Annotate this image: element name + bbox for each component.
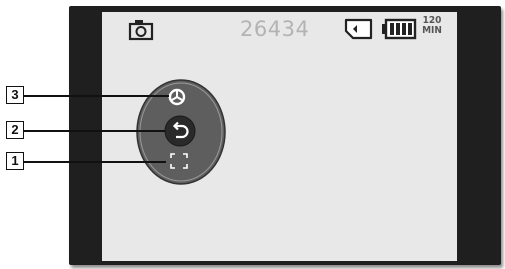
camera-mode-icon — [128, 20, 154, 41]
anti-shake-icon[interactable] — [166, 86, 188, 108]
callout-1: 1 — [6, 152, 24, 170]
return-button[interactable] — [163, 114, 197, 148]
callout-line-1 — [24, 161, 166, 163]
focus-frame-icon[interactable] — [170, 153, 188, 169]
memory-card-icon — [344, 18, 373, 40]
callout-line-3 — [24, 95, 169, 97]
callout-line-2 — [24, 130, 165, 132]
callout-2: 2 — [6, 121, 24, 139]
rec-time-unit: MIN — [422, 25, 442, 36]
battery-icon — [382, 18, 417, 40]
recording-time-remaining: 120 MIN — [419, 16, 445, 42]
callout-3: 3 — [6, 86, 24, 104]
remaining-shots-counter: 26434 — [240, 17, 310, 41]
